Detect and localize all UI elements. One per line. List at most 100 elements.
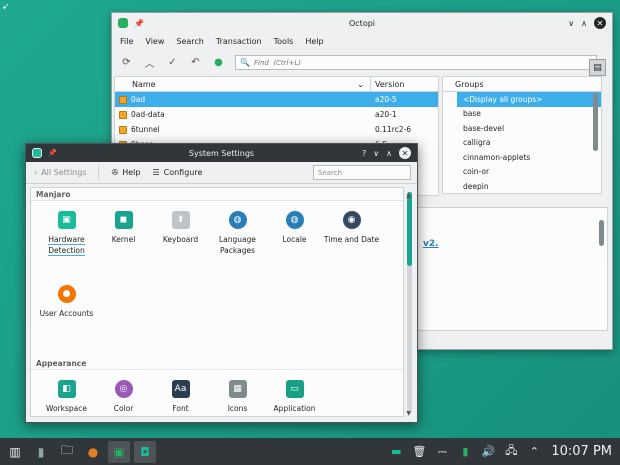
tile-label: Font [172, 404, 189, 413]
menu-search[interactable]: Search [176, 37, 203, 46]
list-item[interactable]: <Display all groups> [457, 92, 601, 107]
tile-label: Icons [227, 404, 248, 413]
maximize-button[interactable]: ∧ [581, 19, 587, 28]
app-launcher-icon[interactable]: ▥ [4, 441, 26, 463]
chat-icon[interactable]: ▬ [388, 444, 404, 460]
maximize-button[interactable]: ∧ [386, 149, 392, 158]
clock[interactable]: 10:07 PM [551, 444, 612, 459]
table-row[interactable]: 6tunnel 0.11rc2-6 [115, 122, 438, 137]
settings-task-icon[interactable]: ◘ [134, 440, 156, 463]
minimize-button[interactable]: ∨ [373, 149, 379, 158]
arrow-icon[interactable]: ➹ [2, 2, 10, 12]
info-link[interactable]: v2. [423, 239, 439, 249]
pin-icon[interactable]: 📌 [48, 149, 57, 157]
globe-icon: ◍ [228, 211, 247, 229]
help-title-button[interactable]: ? [362, 149, 366, 158]
menu-view[interactable]: View [145, 37, 164, 46]
check-icon[interactable]: ✓ [166, 56, 179, 69]
settings-module-tile[interactable]: ◼ Kernel [95, 205, 152, 279]
close-button[interactable]: ✕ [594, 17, 606, 29]
scroll-thumb[interactable] [407, 192, 412, 266]
firefox-icon[interactable]: ● [82, 441, 104, 463]
settings-module-tile[interactable]: ▦ Icons [209, 374, 266, 416]
tile-label: Workspace Theme [46, 404, 87, 416]
list-item[interactable]: calligra [443, 136, 601, 151]
table-row[interactable]: 0ad a20-5 [115, 92, 438, 107]
all-settings-button[interactable]: ‹ All Settings [34, 168, 86, 177]
pager-icon[interactable]: ▮ [30, 441, 52, 463]
settings-module-tile[interactable]: ▭ Application Style [266, 374, 323, 416]
scroll-down-icon[interactable]: ▼ [406, 410, 411, 417]
network-icon[interactable]: 🖧 [503, 444, 519, 460]
settings-search-input[interactable]: Search [313, 165, 411, 180]
menu-help[interactable]: Help [305, 37, 323, 46]
settings-toolbar: ‹ All Settings ✇ Help ☰ Configure Search [26, 162, 417, 184]
list-item[interactable]: coin-or [443, 165, 601, 180]
application-style-icon: ▭ [285, 380, 304, 398]
tile-label: Keyboard [162, 235, 199, 244]
octopi-alien-icon[interactable]: ● [212, 56, 225, 69]
package-icon [119, 110, 127, 119]
list-item[interactable]: base [443, 107, 601, 122]
info-scrollbar[interactable] [599, 220, 604, 246]
minimize-button[interactable]: ∨ [568, 19, 574, 28]
settings-module-tile[interactable]: ▣ Hardware Detection [38, 205, 95, 279]
tile-label-wrap: Application Style [267, 403, 323, 416]
settings-module-tile[interactable]: ◍ Locale [266, 205, 323, 279]
column-name-header[interactable]: Name ⌄ [115, 77, 371, 91]
table-row[interactable]: 0ad-data a20-1 [115, 107, 438, 122]
menu-tools[interactable]: Tools [274, 37, 294, 46]
scroll-up-icon[interactable]: ▲ [406, 192, 411, 199]
category-header: Appearance [31, 357, 403, 370]
chevron-up-icon[interactable]: ︿ [143, 56, 156, 70]
package-version: a20-5 [375, 95, 397, 104]
close-button[interactable]: ✕ [399, 147, 411, 159]
octopi-task-icon[interactable]: ▣ [108, 440, 130, 463]
chevron-up-icon[interactable]: ⌃ [526, 444, 542, 460]
groups-scrollbar[interactable] [593, 93, 598, 151]
search-icon: 🔍 [240, 58, 250, 67]
volume-icon[interactable]: 🔊 [480, 444, 496, 460]
tile-label: Kernel [111, 235, 136, 244]
settings-module-tile[interactable]: Aa Font [152, 374, 209, 416]
column-version-header[interactable]: Version [371, 80, 404, 89]
settings-scrollbar[interactable] [407, 192, 412, 414]
undo-icon[interactable]: ↶ [189, 56, 202, 69]
menu-file[interactable]: File [120, 37, 133, 46]
view-toggle-button[interactable]: ▤ [589, 59, 606, 76]
tile-label-wrap: Color [96, 403, 152, 414]
find-input[interactable] [253, 58, 574, 67]
help-button[interactable]: ✇ Help [111, 168, 140, 177]
tile-label-wrap: Keyboard [153, 234, 209, 245]
list-item[interactable]: cinnamon-applets [443, 150, 601, 165]
settings-app-icon[interactable] [32, 148, 42, 158]
settings-module-tile[interactable]: ◍ Language Packages [209, 205, 266, 279]
settings-module-tile[interactable]: ◎ Color [95, 374, 152, 416]
tile-label: Time and Date [323, 235, 380, 244]
find-field[interactable]: 🔍 [235, 55, 597, 70]
category-grid: ▣ Hardware Detection ◼ Kernel ⬆ Keyboard ◍ Lang… [31, 201, 403, 357]
menu-transaction[interactable]: Transaction [216, 37, 262, 46]
tile-label: User Accounts [39, 309, 94, 318]
octopi-app-icon[interactable] [118, 18, 128, 28]
usb-icon[interactable]: ⎓ [434, 444, 450, 460]
list-item[interactable]: base-devel [443, 121, 601, 136]
settings-module-tile[interactable]: ◉ Time and Date [323, 205, 380, 279]
tile-label: Application Style [273, 404, 316, 416]
clock-icon: ◉ [342, 211, 361, 229]
trash-icon[interactable]: 🗑 [411, 444, 427, 460]
settings-module-tile[interactable]: ● User Accounts [38, 279, 95, 353]
settings-module-tile[interactable]: ◧ Workspace Theme [38, 374, 95, 416]
settings-titlebar[interactable]: 📌 System Settings ? ∨ ∧ ✕ [26, 144, 417, 162]
taskbar: ▥ ▮ 🗀 ● ▣ ◘ ▬ 🗑 ⎓ ▮ 🔊 🖧 ⌃ 10:07 PM [0, 438, 620, 465]
updates-icon[interactable]: ▮ [457, 444, 473, 460]
list-item[interactable]: deepin [443, 179, 601, 193]
pin-icon[interactable]: 📌 [134, 19, 144, 28]
keyboard-icon: ⬆ [171, 211, 190, 229]
file-manager-icon[interactable]: 🗀 [56, 441, 78, 463]
sync-icon[interactable]: ⟳ [120, 56, 133, 69]
configure-button[interactable]: ☰ Configure [152, 168, 202, 177]
tile-label: Hardware Detection [48, 235, 85, 256]
settings-module-tile[interactable]: ⬆ Keyboard [152, 205, 209, 279]
octopi-titlebar[interactable]: 📌 Octopi ∨ ∧ ✕ [112, 13, 612, 33]
